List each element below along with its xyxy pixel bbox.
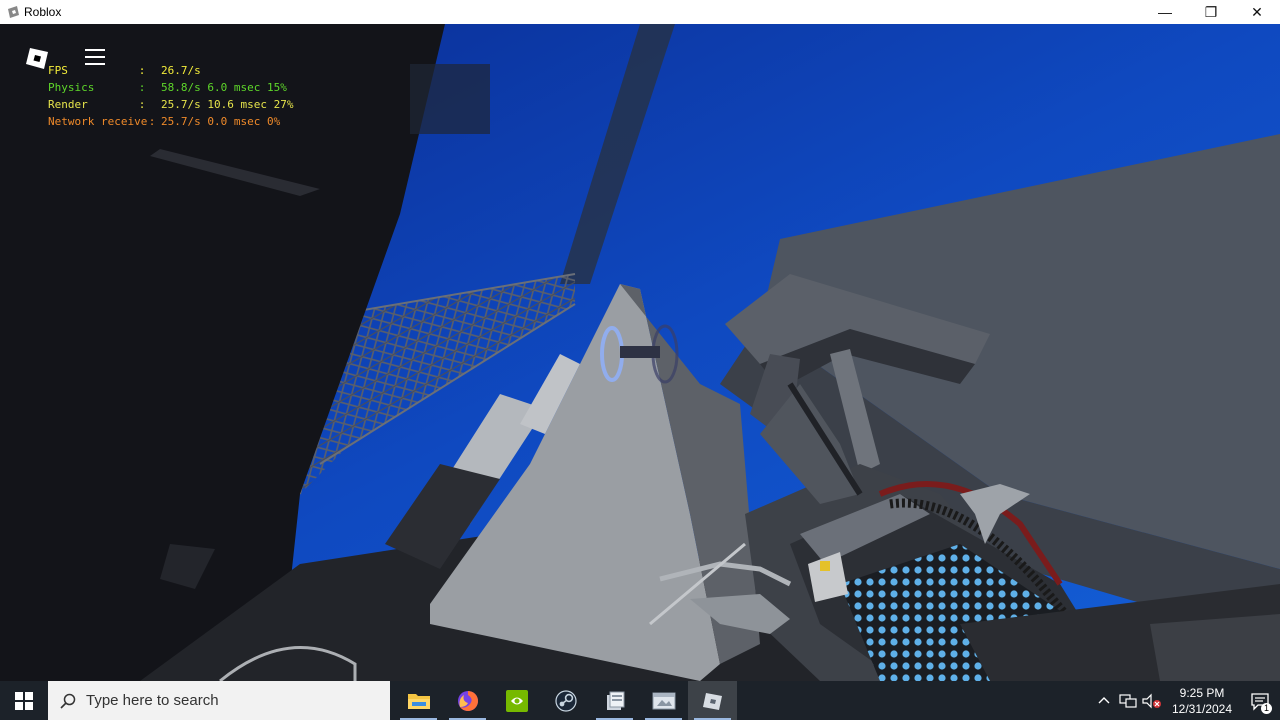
system-tray: 9:25 PM 12/31/2024 1 (1092, 681, 1280, 720)
search-placeholder: Type here to search (86, 692, 219, 709)
minimize-button[interactable]: — (1142, 0, 1188, 24)
stat-label: Network receive (48, 115, 148, 128)
menu-line-icon (85, 56, 105, 58)
taskbar-app-steam[interactable] (541, 681, 590, 720)
chevron-up-icon (1098, 696, 1110, 703)
stat-row-render: Render : 25.7/s 10.6 msec 27% (48, 98, 294, 111)
close-button[interactable]: ✕ (1234, 0, 1280, 24)
stat-value: 25.7/s 10.6 msec 27% (161, 98, 294, 111)
windows-logo-icon (15, 691, 33, 710)
minimize-icon: — (1158, 4, 1172, 20)
taskbar-app-6[interactable] (639, 681, 688, 720)
taskbar-clock[interactable]: 9:25 PM 12/31/2024 (1164, 685, 1240, 717)
clock-time: 9:25 PM (1179, 685, 1225, 700)
window-app-icon (652, 692, 675, 709)
taskbar-app-firefox[interactable] (443, 681, 492, 720)
stat-row-fps: FPS : 26.7/s (48, 64, 201, 77)
notification-count-badge: 1 (1261, 703, 1272, 714)
taskbar-app-nvidia[interactable] (492, 681, 541, 720)
nvidia-icon (505, 689, 528, 712)
stat-value: 26.7/s (161, 64, 201, 77)
clock-date: 12/31/2024 (1171, 701, 1233, 716)
roblox-app-icon (8, 6, 19, 18)
performance-stats: FPS : 26.7/s Physics : 58.8/s 6.0 msec 1… (48, 62, 293, 130)
window-controls: — ❐ ✕ (1142, 0, 1280, 24)
stat-value: 25.7/s 0.0 msec 0% (161, 115, 281, 128)
network-icon (1119, 693, 1137, 708)
stat-label: Render (48, 98, 88, 111)
volume-tray-button[interactable] (1140, 681, 1164, 720)
close-icon: ✕ (1251, 3, 1263, 20)
taskbar-search-box[interactable]: Type here to search (48, 681, 390, 720)
stat-value: 58.8/s 6.0 msec 15% (161, 81, 287, 94)
stat-label: Physics (48, 81, 95, 94)
stat-row-physics: Physics : 58.8/s 6.0 msec 15% (48, 81, 287, 94)
firefox-icon (457, 690, 478, 711)
steam-icon (554, 689, 577, 712)
pinned-apps (394, 681, 737, 720)
taskbar-app-roblox[interactable] (688, 681, 737, 720)
roblox-icon (702, 692, 722, 710)
window-title: Roblox (24, 5, 62, 19)
menu-line-icon (85, 49, 105, 51)
taskbar: Type here to search 9:25 PM 12/31/2024 1 (0, 681, 1280, 720)
network-tray-button[interactable] (1116, 681, 1140, 720)
stat-row-network-receive: Network receive : 25.7/s 0.0 msec 0% (48, 115, 281, 128)
start-button[interactable] (0, 681, 48, 720)
stat-label: FPS (48, 64, 68, 77)
taskbar-app-file-explorer[interactable] (394, 681, 443, 720)
action-center-button[interactable]: 1 (1240, 681, 1280, 720)
volume-muted-icon (1142, 693, 1161, 708)
search-icon (60, 693, 76, 709)
game-viewport[interactable]: FPS : 26.7/s Physics : 58.8/s 6.0 msec 1… (0, 24, 1280, 681)
title-bar[interactable]: Roblox — ❐ ✕ (0, 0, 1280, 24)
restore-icon: ❐ (1204, 3, 1218, 20)
roblox-window: Roblox — ❐ ✕ FPS: 26.7/s Physics: 58.8… (0, 0, 1280, 720)
taskbar-app-5[interactable] (590, 681, 639, 720)
show-hidden-icons-button[interactable] (1092, 681, 1116, 720)
folder-icon (407, 693, 430, 709)
restore-button[interactable]: ❐ (1188, 0, 1234, 24)
window-app-icon (606, 691, 624, 710)
